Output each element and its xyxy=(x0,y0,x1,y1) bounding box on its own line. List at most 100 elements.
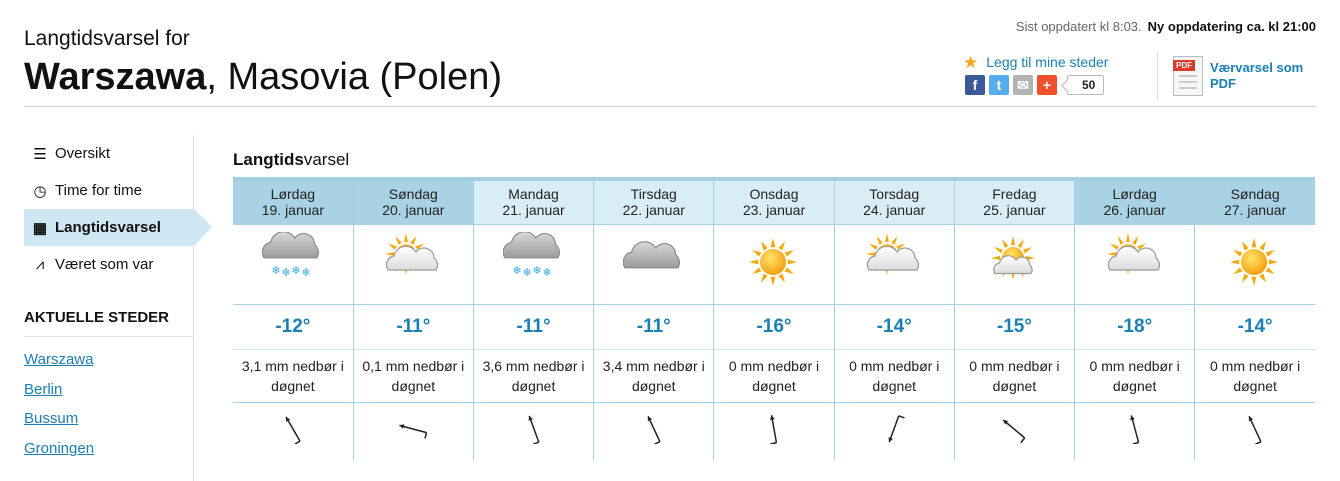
weather-icon-cell: ❄ ❄ ❄ ❄ xyxy=(233,224,354,305)
day-name: Fredag xyxy=(992,186,1037,203)
weather-icon-cell xyxy=(833,224,955,305)
sun-icon xyxy=(748,237,797,286)
precipitation: 3,1 mm nedbør i døgnet xyxy=(233,349,354,403)
wind-cell xyxy=(833,402,955,460)
wind-arrow-icon xyxy=(1003,419,1026,443)
add-favorite-link[interactable]: ★ Legg til mine steder xyxy=(963,52,1108,72)
city-name: Warszawa xyxy=(24,56,207,98)
last-updated: Sist oppdatert kl 8:03. xyxy=(1015,19,1142,34)
page-header: Langtidsvarsel for Warszawa, Masovia (Po… xyxy=(24,0,1316,107)
day-date: 22. januar xyxy=(622,202,685,219)
precipitation: 0,1 mm nedbør i døgnet xyxy=(352,349,474,403)
temperature: -16° xyxy=(713,304,835,350)
sidebar-item-label: Langtidsvarsel xyxy=(55,219,161,236)
recent-places-heading: AKTUELLE STEDER xyxy=(24,309,194,337)
sidebar-nav: ☰ Oversikt ◷ Time for time ▦ Langtidsvarsel ⩘ V… xyxy=(24,135,212,283)
temperature-row: -12° -11° -11° -11° -16° -14° -15° -18° -14° xyxy=(233,304,1315,350)
temperature: -14° xyxy=(1194,304,1315,350)
day-date: 26. januar xyxy=(1103,202,1166,219)
precipitation: 0 mm nedbør i døgnet xyxy=(1074,349,1196,403)
weather-icon-cell xyxy=(1074,224,1196,305)
cloud-snow-icon: ❄ ❄ ❄ ❄ xyxy=(502,230,560,279)
add-favorite-label: Legg til mine steder xyxy=(986,54,1109,70)
partly-cloudy-icon xyxy=(385,232,439,275)
wind-arrow-icon xyxy=(769,414,778,445)
temperature: -18° xyxy=(1074,304,1196,350)
addthis-icon[interactable]: + xyxy=(1037,75,1057,95)
facebook-icon[interactable]: f xyxy=(965,75,985,95)
temperature: -11° xyxy=(593,304,715,350)
day-header: Torsdag 24. januar xyxy=(833,179,955,225)
wind-cell xyxy=(713,402,835,460)
wind-arrow-icon xyxy=(647,415,661,445)
cloudy-icon xyxy=(622,240,680,268)
day-date: 21. januar xyxy=(502,202,565,219)
temperature: -11° xyxy=(472,304,595,350)
sidebar-item-label: Været som var xyxy=(55,256,154,273)
wind-arrow-icon xyxy=(888,414,905,443)
day-date: 19. januar xyxy=(261,202,324,219)
recent-places-list: Warszawa Berlin Bussum Groningen xyxy=(24,345,193,463)
weather-icon-cell: ❄ ❄ ❄ ❄ xyxy=(472,224,595,305)
day-header: Søndag 27. januar xyxy=(1194,179,1315,225)
svg-text:❄: ❄ xyxy=(522,266,531,279)
partly-cloudy-icon xyxy=(1106,232,1160,275)
wind-arrow-icon xyxy=(528,415,540,445)
sun-cloud-icon xyxy=(991,235,1036,280)
precipitation: 0 mm nedbør i døgnet xyxy=(1194,349,1315,403)
calendar-icon: ▦ xyxy=(32,219,48,237)
sidebar-item-time-for-time[interactable]: ◷ Time for time xyxy=(24,172,193,209)
svg-text:❄: ❄ xyxy=(512,264,521,277)
forecast-table: Lørdag 19. januar Søndag 20. januar Mandag 21… xyxy=(233,177,1315,460)
day-header: Tirsdag 22. januar xyxy=(593,179,715,225)
svg-text:❄: ❄ xyxy=(532,264,541,277)
day-name: Tirsdag xyxy=(630,186,677,203)
update-info: Sist oppdatert kl 8:03. Ny oppdatering ca… xyxy=(1016,19,1316,34)
weather-icon-cell xyxy=(1194,224,1315,305)
day-header: Lørdag 26. januar xyxy=(1074,179,1196,225)
precipitation: 0 mm nedbør i døgnet xyxy=(713,349,835,403)
forecast-heading: Langtidsvarsel xyxy=(233,150,350,169)
header-divider xyxy=(1157,52,1158,100)
place-link[interactable]: Warszawa xyxy=(24,345,193,375)
chart-icon: ⩘ xyxy=(35,256,45,273)
weather-icon-cell xyxy=(953,224,1076,305)
page-subtitle: Langtidsvarsel for xyxy=(24,27,190,50)
twitter-icon[interactable]: t xyxy=(989,75,1009,95)
sun-icon xyxy=(1230,237,1279,286)
sidebar-item-oversikt[interactable]: ☰ Oversikt xyxy=(24,135,193,172)
pdf-forecast-link[interactable]: Værvarsel som PDF xyxy=(1210,60,1325,92)
wind-cell xyxy=(233,402,354,460)
day-date: 27. januar xyxy=(1223,202,1287,219)
sidebar: ☰ Oversikt ◷ Time for time ▦ Langtidsvarsel ⩘ V… xyxy=(24,135,212,481)
sidebar-item-været-som-var[interactable]: ⩘ Været som var xyxy=(24,246,193,283)
email-icon[interactable]: ✉ xyxy=(1013,75,1033,95)
svg-text:❄: ❄ xyxy=(301,266,310,279)
wind-cell xyxy=(1194,402,1315,460)
pdf-icon[interactable]: PDF xyxy=(1173,56,1203,96)
wind-arrow-icon xyxy=(1129,415,1139,445)
day-row: Lørdag 19. januar Søndag 20. januar Mandag 21… xyxy=(233,179,1315,225)
day-name: Mandag xyxy=(508,186,559,203)
day-name: Lørdag xyxy=(1112,186,1157,203)
next-update: Ny oppdatering ca. kl 21:00 xyxy=(1147,19,1316,34)
place-link[interactable]: Berlin xyxy=(24,375,193,405)
sidebar-item-label: Oversikt xyxy=(55,145,111,162)
place-link[interactable]: Groningen xyxy=(24,434,193,464)
sidebar-item-langtidsvarsel[interactable]: ▦ Langtidsvarsel xyxy=(24,209,212,246)
day-name: Søndag xyxy=(388,186,438,203)
place-link[interactable]: Bussum xyxy=(24,404,193,434)
day-date: 20. januar xyxy=(382,202,445,219)
weather-icon-cell xyxy=(352,224,474,305)
day-name: Søndag xyxy=(1230,186,1280,203)
temperature: -12° xyxy=(233,304,354,350)
share-bar: f t ✉ +50 xyxy=(965,75,1105,95)
day-header: Søndag 20. januar xyxy=(352,179,474,225)
wind-row xyxy=(233,402,1315,460)
region-name: , Masovia (Polen) xyxy=(206,56,503,98)
star-icon: ★ xyxy=(963,53,979,72)
day-name: Torsdag xyxy=(869,186,920,203)
day-header: Mandag 21. januar xyxy=(472,179,595,225)
temperature: -11° xyxy=(352,304,474,350)
pdf-tag: PDF xyxy=(1173,60,1195,71)
